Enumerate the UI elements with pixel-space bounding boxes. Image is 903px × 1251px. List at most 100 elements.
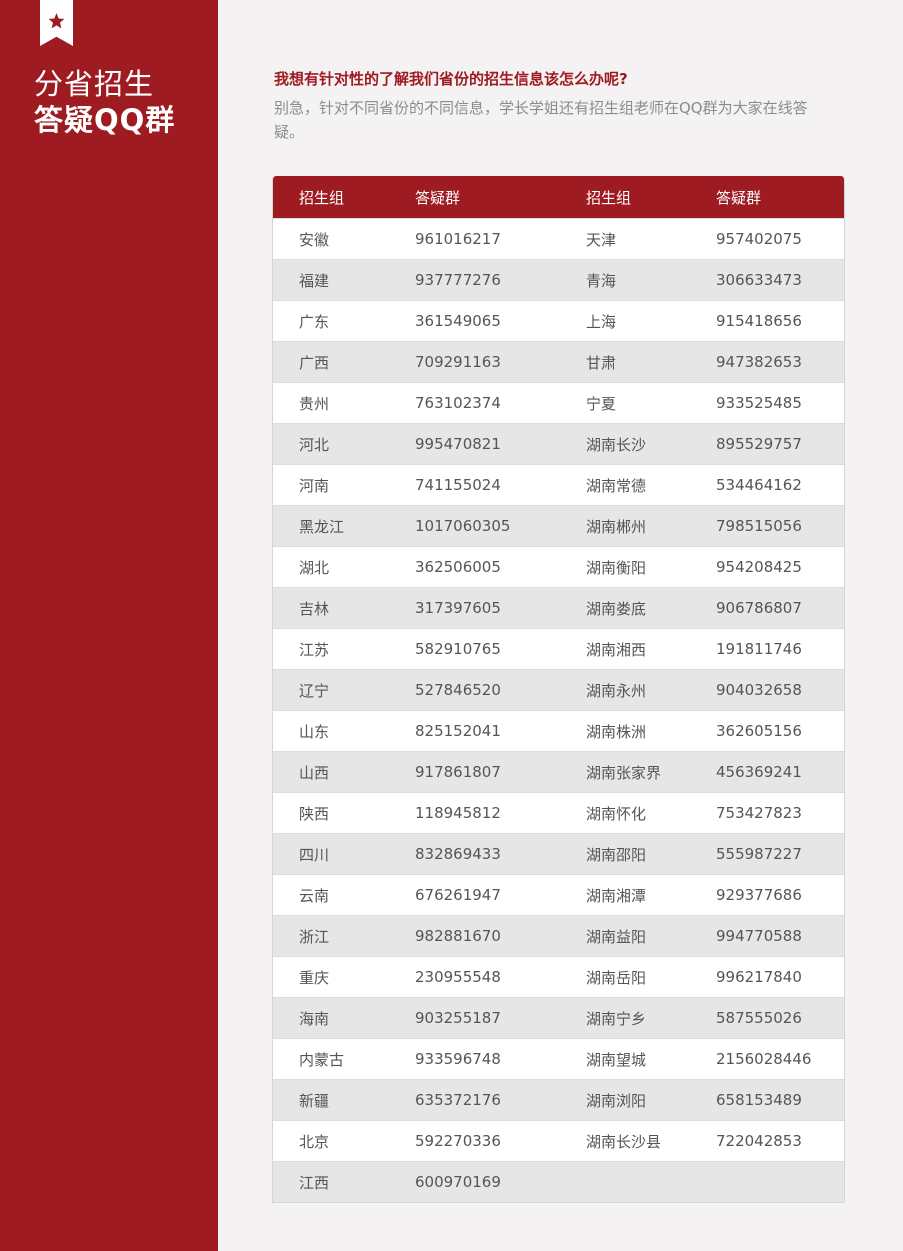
province-cell: 河北 bbox=[299, 435, 330, 454]
province-cell: 江苏 bbox=[299, 640, 330, 659]
province-cell: 甘肃 bbox=[586, 353, 617, 372]
qq-number-cell: 741155024 bbox=[415, 476, 501, 494]
table-row: 江西 600970169 bbox=[273, 1161, 844, 1202]
province-cell: 湖南湘西 bbox=[586, 640, 647, 659]
province-cell: 湖南株洲 bbox=[586, 722, 647, 741]
qq-number-cell: 635372176 bbox=[415, 1091, 501, 1109]
qq-number-cell: 917861807 bbox=[415, 763, 501, 781]
province-cell: 湖北 bbox=[299, 558, 330, 577]
province-cell: 安徽 bbox=[299, 230, 330, 249]
province-cell: 内蒙古 bbox=[299, 1050, 345, 1069]
province-cell: 湖南娄底 bbox=[586, 599, 647, 618]
qq-number-cell: 527846520 bbox=[415, 681, 501, 699]
header-qq-1: 答疑群 bbox=[415, 188, 461, 207]
qq-number-cell: 933596748 bbox=[415, 1050, 501, 1068]
table-row: 北京 592270336 湖南长沙县 722042853 bbox=[273, 1120, 844, 1161]
qq-number-cell: 929377686 bbox=[716, 886, 802, 904]
qq-number-cell: 954208425 bbox=[716, 558, 802, 576]
qq-number-cell: 947382653 bbox=[716, 353, 802, 371]
header-group-1: 招生组 bbox=[299, 188, 345, 207]
qq-number-cell: 933525485 bbox=[716, 394, 802, 412]
table-row: 广西 709291163 甘肃 947382653 bbox=[273, 341, 844, 382]
table-row: 浙江 982881670 湖南益阳 994770588 bbox=[273, 915, 844, 956]
sidebar: 分省招生 答疑QQ群 bbox=[0, 0, 227, 1251]
table-row: 辽宁 527846520 湖南永州 904032658 bbox=[273, 669, 844, 710]
province-cell: 湖南浏阳 bbox=[586, 1091, 647, 1110]
qq-number-cell: 118945812 bbox=[415, 804, 501, 822]
qq-number-cell: 592270336 bbox=[415, 1132, 501, 1150]
province-cell: 河南 bbox=[299, 476, 330, 495]
table-header: 招生组 答疑群 招生组 答疑群 bbox=[273, 176, 844, 218]
province-cell: 湖南邵阳 bbox=[586, 845, 647, 864]
qq-number-cell: 600970169 bbox=[415, 1173, 501, 1191]
province-cell: 湖南衡阳 bbox=[586, 558, 647, 577]
qq-number-cell: 456369241 bbox=[716, 763, 802, 781]
province-cell: 广西 bbox=[299, 353, 330, 372]
qq-number-cell: 763102374 bbox=[415, 394, 501, 412]
sidebar-title: 分省招生 答疑QQ群 bbox=[34, 66, 175, 138]
qq-number-cell: 534464162 bbox=[716, 476, 802, 494]
sidebar-title-line1: 分省招生 bbox=[34, 67, 155, 101]
sidebar-title-line2: 答疑QQ群 bbox=[34, 103, 176, 137]
province-cell: 新疆 bbox=[299, 1091, 330, 1110]
table-row: 陕西 118945812 湖南怀化 753427823 bbox=[273, 792, 844, 833]
province-cell: 山西 bbox=[299, 763, 330, 782]
qq-number-cell: 362506005 bbox=[415, 558, 501, 576]
table-row: 黑龙江 1017060305 湖南郴州 798515056 bbox=[273, 505, 844, 546]
province-cell: 湖南怀化 bbox=[586, 804, 647, 823]
province-cell: 湖南郴州 bbox=[586, 517, 647, 536]
qq-number-cell: 191811746 bbox=[716, 640, 802, 658]
table-row: 广东 361549065 上海 915418656 bbox=[273, 300, 844, 341]
table-row: 山东 825152041 湖南株洲 362605156 bbox=[273, 710, 844, 751]
province-cell: 上海 bbox=[586, 312, 617, 331]
qq-number-cell: 982881670 bbox=[415, 927, 501, 945]
intro-answer: 别急，针对不同省份的不同信息，学长学姐还有招生组老师在QQ群为大家在线答疑。 bbox=[274, 99, 808, 141]
table-row: 山西 917861807 湖南张家界 456369241 bbox=[273, 751, 844, 792]
qq-number-cell: 362605156 bbox=[716, 722, 802, 740]
table-row: 四川 832869433 湖南邵阳 555987227 bbox=[273, 833, 844, 874]
province-cell: 湖南长沙县 bbox=[586, 1132, 662, 1151]
table-row: 河北 995470821 湖南长沙 895529757 bbox=[273, 423, 844, 464]
province-cell: 湖南张家界 bbox=[586, 763, 662, 782]
province-cell: 海南 bbox=[299, 1009, 330, 1028]
header-group-2: 招生组 bbox=[586, 188, 632, 207]
qq-number-cell: 317397605 bbox=[415, 599, 501, 617]
header-qq-2: 答疑群 bbox=[716, 188, 762, 207]
qq-number-cell: 1017060305 bbox=[415, 517, 511, 535]
province-cell: 辽宁 bbox=[299, 681, 330, 700]
table-row: 福建 937777276 青海 306633473 bbox=[273, 259, 844, 300]
qq-number-cell: 832869433 bbox=[415, 845, 501, 863]
table-row: 重庆 230955548 湖南岳阳 996217840 bbox=[273, 956, 844, 997]
qq-number-cell: 555987227 bbox=[716, 845, 802, 863]
qq-number-cell: 676261947 bbox=[415, 886, 501, 904]
table-row: 安徽 961016217 天津 957402075 bbox=[273, 218, 844, 259]
intro-question: 我想有针对性的了解我们省份的招生信息该怎么办呢? bbox=[274, 70, 628, 88]
province-cell: 湖南岳阳 bbox=[586, 968, 647, 987]
qq-number-cell: 957402075 bbox=[716, 230, 802, 248]
qq-number-cell: 995470821 bbox=[415, 435, 501, 453]
table-row: 海南 903255187 湖南宁乡 587555026 bbox=[273, 997, 844, 1038]
qq-number-cell: 753427823 bbox=[716, 804, 802, 822]
province-cell: 云南 bbox=[299, 886, 330, 905]
province-cell: 天津 bbox=[586, 230, 617, 249]
province-cell: 重庆 bbox=[299, 968, 330, 987]
table-row: 云南 676261947 湖南湘潭 929377686 bbox=[273, 874, 844, 915]
qq-number-cell: 996217840 bbox=[716, 968, 802, 986]
qq-number-cell: 825152041 bbox=[415, 722, 501, 740]
province-cell: 湖南益阳 bbox=[586, 927, 647, 946]
qq-number-cell: 961016217 bbox=[415, 230, 501, 248]
main-content: 我想有针对性的了解我们省份的招生信息该怎么办呢? 别急，针对不同省份的不同信息，… bbox=[218, 0, 903, 1251]
qq-group-table: 招生组 答疑群 招生组 答疑群 安徽 961016217 天津 957402075 福建… bbox=[272, 176, 845, 1203]
province-cell: 四川 bbox=[299, 845, 330, 864]
qq-number-cell: 904032658 bbox=[716, 681, 802, 699]
table-row: 新疆 635372176 湖南浏阳 658153489 bbox=[273, 1079, 844, 1120]
qq-number-cell: 587555026 bbox=[716, 1009, 802, 1027]
qq-number-cell: 906786807 bbox=[716, 599, 802, 617]
province-cell: 浙江 bbox=[299, 927, 330, 946]
qq-number-cell: 582910765 bbox=[415, 640, 501, 658]
province-cell: 湖南望城 bbox=[586, 1050, 647, 1069]
province-cell: 吉林 bbox=[299, 599, 330, 618]
table-row: 江苏 582910765 湖南湘西 191811746 bbox=[273, 628, 844, 669]
bookmark-ribbon bbox=[40, 0, 73, 46]
table-row: 吉林 317397605 湖南娄底 906786807 bbox=[273, 587, 844, 628]
